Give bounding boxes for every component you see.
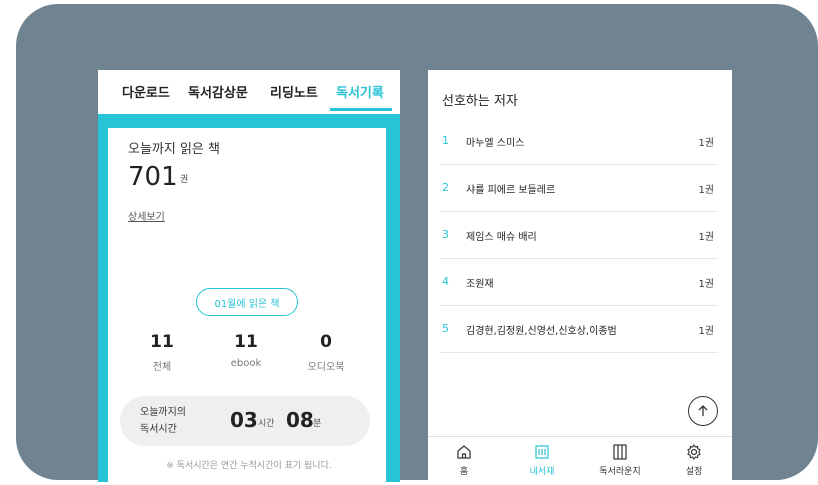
- arrow-up-icon: [698, 405, 708, 416]
- author-count: 1권: [698, 138, 714, 149]
- bookshelf-icon: [535, 445, 549, 459]
- stat-total-label: 전체: [152, 362, 172, 373]
- reading-record-panel: 다운로드 독서감상문 리딩노트 독서기록 오늘까지 읽은 책 701 권 상세보…: [98, 70, 400, 482]
- detail-link[interactable]: 상세보기: [128, 208, 165, 223]
- reading-time-label-line2: 독서시간: [140, 424, 177, 435]
- nav-my-library[interactable]: 내서재: [512, 443, 572, 477]
- reading-time-note: ※ 독서시간은 연간 누적시간이 표기 됩니다.: [166, 461, 332, 471]
- nav-settings-label: 설정: [685, 467, 703, 477]
- scroll-top-button[interactable]: [688, 396, 718, 426]
- author-rank: 5: [442, 322, 449, 335]
- stat-audiobook-value: 0: [320, 332, 332, 352]
- tab-bar: 다운로드 독서감상문 리딩노트 독서기록: [98, 70, 400, 112]
- tab-download[interactable]: 다운로드: [122, 82, 170, 101]
- home-icon: [457, 445, 471, 459]
- author-count: 1권: [698, 232, 714, 243]
- reading-hours: 03: [230, 408, 258, 432]
- author-row[interactable]: 1 마누엘 스미스 1권: [440, 118, 718, 165]
- panel-title: 선호하는 저자: [442, 94, 518, 109]
- author-rank: 2: [442, 181, 449, 194]
- author-row[interactable]: 5 김경현,김정원,신영선,신호상,이종범 1권: [440, 306, 718, 353]
- author-name: 제임스 매슈 배리: [466, 232, 537, 243]
- reading-time-label-line1: 오늘까지의: [140, 407, 186, 418]
- author-name: 김경현,김정원,신영선,신호상,이종범: [466, 326, 617, 337]
- nav-home-label: 홈: [459, 467, 469, 477]
- favorite-authors-panel: 선호하는 저자 1 마누엘 스미스 1권 2 샤를 피에르 보들레르 1권 3 …: [428, 70, 732, 482]
- reading-time-box: 오늘까지의 독서시간 03 시간 08 분: [120, 396, 370, 446]
- nav-my-library-label: 내서재: [529, 467, 555, 477]
- author-name: 샤를 피에르 보들레르: [466, 185, 556, 196]
- author-row[interactable]: 3 제임스 매슈 배리 1권: [440, 212, 718, 259]
- gear-icon: [687, 443, 701, 461]
- stat-ebook-label: ebook: [230, 358, 262, 369]
- author-name: 조원재: [466, 279, 494, 290]
- hours-unit: 시간: [258, 419, 275, 429]
- active-tab-indicator: [330, 108, 392, 111]
- tab-book-review[interactable]: 독서감상문: [188, 82, 248, 101]
- total-books-count: 701: [128, 162, 178, 192]
- author-row[interactable]: 4 조원재 1권: [440, 259, 718, 306]
- stat-total-value: 11: [150, 332, 174, 352]
- tab-reading-note[interactable]: 리딩노트: [270, 82, 318, 101]
- author-rank: 4: [442, 275, 449, 288]
- author-count: 1권: [698, 279, 714, 290]
- nav-home[interactable]: 홈: [434, 443, 494, 477]
- stat-ebook-value: 11: [234, 332, 258, 352]
- author-count: 1권: [698, 326, 714, 337]
- reading-time-label: 오늘까지의 독서시간: [140, 404, 220, 438]
- bottom-nav: 홈 내서재 독서라운지 설정: [428, 436, 732, 482]
- reading-minutes: 08: [286, 408, 314, 432]
- tab-reading-record[interactable]: 독서기록: [336, 82, 384, 101]
- nav-settings[interactable]: 설정: [664, 443, 724, 477]
- books-read-label: 오늘까지 읽은 책: [128, 142, 220, 157]
- author-rank: 1: [442, 134, 449, 147]
- author-rank: 3: [442, 228, 449, 241]
- author-name: 마누엘 스미스: [466, 138, 525, 149]
- nav-reading-lounge[interactable]: 독서라운지: [590, 443, 650, 477]
- author-row[interactable]: 2 샤를 피에르 보들레르 1권: [440, 165, 718, 212]
- minutes-unit: 분: [313, 419, 322, 429]
- books-unit: 권: [180, 175, 189, 185]
- monthly-books-button[interactable]: 01월에 읽은 책: [196, 288, 298, 316]
- author-count: 1권: [698, 185, 714, 196]
- lounge-icon: [613, 444, 627, 460]
- nav-reading-lounge-label: 독서라운지: [599, 467, 641, 477]
- stat-audiobook-label: 오디오북: [307, 362, 345, 373]
